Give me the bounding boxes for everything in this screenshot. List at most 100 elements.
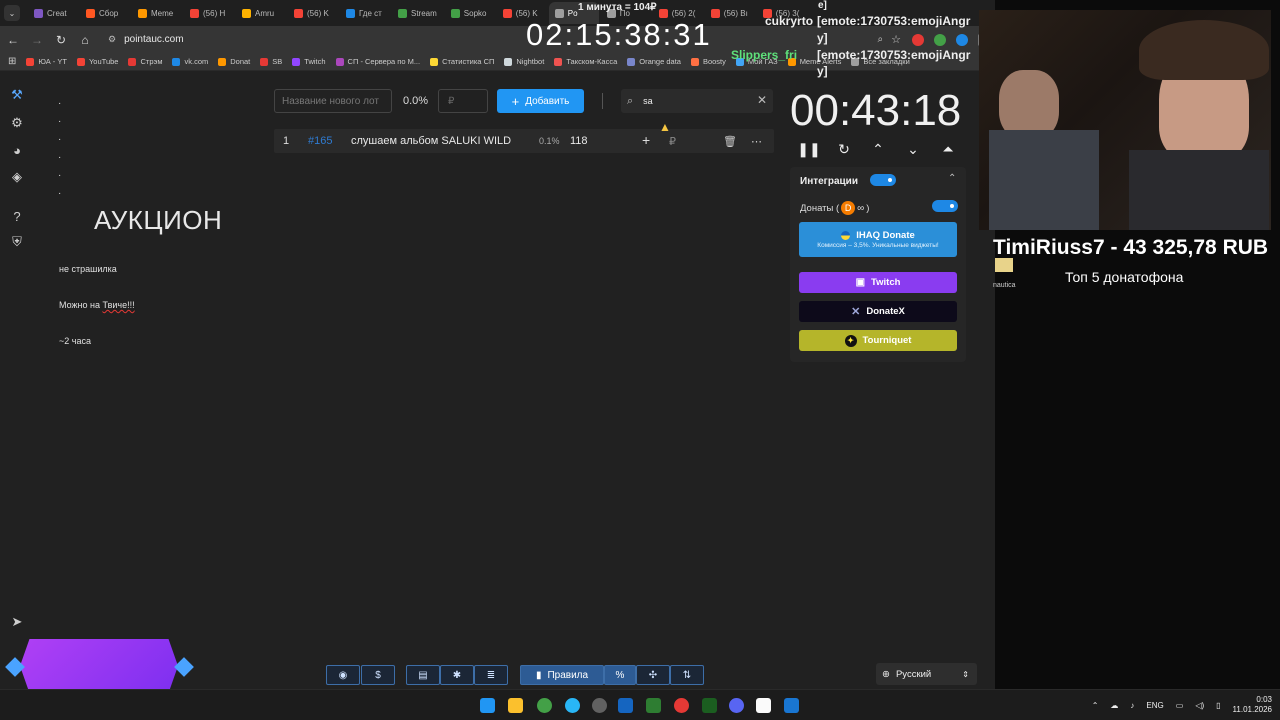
browser-tab[interactable]: (56) K [288, 2, 338, 24]
double-chevron-up-icon[interactable]: ⏶ [939, 140, 957, 158]
cloud-icon[interactable]: ☁ [1110, 701, 1118, 710]
twitch-button[interactable]: ▣ Twitch [799, 272, 957, 293]
telegram-app-icon[interactable] [565, 698, 580, 713]
browser-tab[interactable]: Amru [236, 2, 286, 24]
back-icon[interactable]: ← [2, 29, 24, 51]
bookmark-item[interactable]: Twitch [292, 57, 326, 66]
add-amount-icon[interactable]: + [642, 132, 650, 148]
language-select[interactable]: ⊕ Русский ⇕ [876, 663, 977, 685]
service-label: Tourniquet [862, 335, 912, 346]
rules-button[interactable]: ▮ Правила [520, 665, 604, 685]
steam-icon[interactable] [618, 698, 633, 713]
browser-tab[interactable]: Где ст [340, 2, 390, 24]
battery-icon[interactable]: ▯ [1216, 701, 1220, 710]
more-options-icon[interactable]: ⋯ [751, 135, 762, 148]
wheel-icon[interactable]: ◕ [8, 141, 26, 159]
tray-arrow-icon[interactable]: ⌃ [1092, 701, 1099, 710]
browser-icon[interactable] [674, 698, 689, 713]
network-icon[interactable]: ▭ [1176, 701, 1184, 710]
reload-icon[interactable]: ↻ [50, 29, 72, 51]
integrations-toggle[interactable] [870, 174, 896, 186]
reset-icon[interactable]: ↻ [835, 140, 853, 158]
chevron-up-icon[interactable]: ⌃ [869, 140, 887, 158]
tab-search-button[interactable]: ⌄ [4, 5, 20, 21]
lot-row[interactable]: 1 #165 слушаем альбом SALUKI WILD 0.1% 1… [274, 129, 774, 153]
percent-icon[interactable]: % [604, 665, 636, 685]
sort-icon[interactable]: ⇅ [670, 665, 704, 685]
minecraft-icon[interactable] [646, 698, 661, 713]
sticker-icon [995, 258, 1013, 272]
extension-icon[interactable] [956, 33, 968, 46]
archive-icon[interactable]: ▤ [406, 665, 440, 685]
home-icon[interactable]: ⌂ [74, 29, 96, 51]
browser-tab[interactable]: Сбор [80, 2, 130, 24]
obs-icon[interactable] [592, 698, 607, 713]
browser-tab[interactable]: (56) H [184, 2, 234, 24]
delete-lot-icon[interactable]: 🗑 [723, 135, 737, 148]
volume-icon[interactable]: ◁) [1195, 701, 1204, 710]
ihaq-donate-button[interactable]: IHAQ Donate Комиссия – 3,5%. Уникальные … [799, 222, 957, 257]
star-icon[interactable]: ☆ [891, 33, 901, 46]
app-icon[interactable] [756, 698, 771, 713]
site-info-icon[interactable]: ⚙ [108, 34, 116, 45]
start-icon[interactable] [480, 698, 495, 713]
browser-tab[interactable]: Stream [392, 2, 443, 24]
lot-search-input[interactable]: ⌕ sa ✕ [621, 89, 773, 113]
donations-suffix: ) [866, 202, 870, 214]
bookmark-item[interactable]: Стрэм [128, 57, 162, 66]
bug-icon[interactable]: ✱ [440, 665, 474, 685]
browser-tab[interactable]: Meme [132, 2, 182, 24]
collapse-icon[interactable]: ⌃ [948, 173, 956, 184]
donatex-button[interactable]: ✕ DonateX [799, 301, 957, 322]
telegram-icon[interactable]: ➤ [8, 613, 26, 631]
extension-icon[interactable] [912, 33, 924, 46]
minute-price-note: 1 минута = 104₽ [578, 2, 657, 13]
bookmark-item[interactable]: vk.com [172, 57, 208, 66]
new-lot-amount-input[interactable]: ₽ [438, 89, 488, 113]
browser-tab[interactable]: Sopko [445, 2, 495, 24]
lot-name[interactable]: слушаем альбом SALUKI WILD [351, 135, 519, 147]
excel-icon[interactable] [702, 698, 717, 713]
bookmark-item[interactable]: Boosty [690, 57, 726, 66]
remote-desktop-icon[interactable] [784, 698, 799, 713]
move-icon[interactable]: ✣ [636, 665, 670, 685]
donations-toggle[interactable] [932, 200, 958, 212]
bookmark-item[interactable]: Nightbot [504, 57, 544, 66]
auction-hammer-icon[interactable]: ⚒ [8, 86, 26, 104]
shield-icon[interactable]: ⛨ [8, 233, 26, 251]
dollar-icon[interactable]: $ [361, 665, 395, 685]
bookmark-item[interactable]: СП - Сервера по М... [335, 57, 420, 66]
settings-gear-icon[interactable]: ⚙ [8, 114, 26, 132]
bookmark-item[interactable]: ЮА - YT [26, 57, 67, 66]
zoom-icon[interactable]: ⌕ [878, 34, 884, 45]
add-lot-button[interactable]: + Добавить [497, 89, 584, 113]
apps-grid-icon[interactable]: ⊞ [8, 56, 16, 67]
keyboard-language[interactable]: ENG [1146, 701, 1163, 710]
layers-icon[interactable]: ◈ [8, 168, 26, 186]
mic-icon[interactable]: ♪ [1130, 701, 1134, 710]
bookmark-item[interactable]: SB [260, 57, 282, 66]
help-icon[interactable]: ? [8, 207, 26, 225]
bookmark-item[interactable]: Такском-Касса [554, 57, 617, 66]
new-lot-name-input[interactable]: Название нового лот [274, 89, 392, 113]
clear-search-icon[interactable]: ✕ [757, 93, 767, 107]
pause-icon[interactable]: ❚❚ [797, 140, 820, 158]
bookmark-item[interactable]: YouTube [76, 57, 118, 66]
bookmark-item[interactable]: Orange data [627, 57, 681, 66]
bookmark-item[interactable]: Donat [218, 57, 250, 66]
chrome-icon[interactable] [537, 698, 552, 713]
browser-tab[interactable]: (56) Bı [705, 2, 755, 24]
tab-favicon-icon [346, 8, 355, 18]
github-icon[interactable]: ◉ [326, 665, 360, 685]
bookmark-item[interactable]: Статистика СП [430, 57, 494, 66]
file-explorer-icon[interactable] [508, 698, 523, 713]
browser-tab[interactable]: Creat [28, 2, 78, 24]
history-icon[interactable]: ≣ [474, 665, 508, 685]
chevron-down-icon[interactable]: ⌄ [904, 140, 922, 158]
tourniquet-button[interactable]: ✦ Tourniquet [799, 330, 957, 351]
clock[interactable]: 0:03 11.01.2026 [1233, 695, 1272, 715]
extension-icon[interactable] [934, 33, 946, 46]
promo-banner[interactable] [20, 639, 178, 693]
discord-icon[interactable] [729, 698, 744, 713]
forward-icon[interactable]: → [26, 29, 48, 51]
